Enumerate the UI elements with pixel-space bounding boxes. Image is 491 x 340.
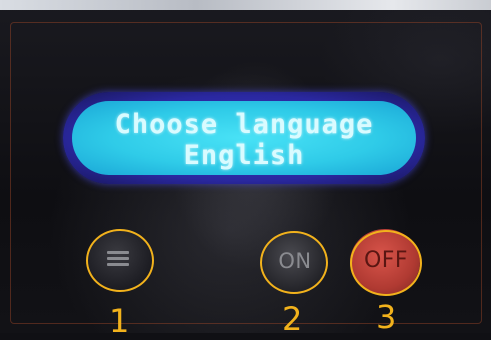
lcd-line-2: English bbox=[183, 140, 305, 171]
top-edge bbox=[0, 0, 491, 10]
lcd-display: Choose language English bbox=[72, 101, 416, 175]
photo-scene: Choose language English ON OFF 1 2 3 bbox=[0, 0, 491, 338]
callout-number-1: 1 bbox=[109, 302, 130, 340]
callout-ring-1 bbox=[86, 229, 154, 292]
callout-ring-2 bbox=[260, 231, 328, 294]
callout-number-3: 3 bbox=[376, 298, 397, 336]
callout-number-2: 2 bbox=[282, 300, 303, 338]
lcd-line-1: Choose language bbox=[114, 109, 374, 140]
callout-ring-3 bbox=[350, 230, 422, 296]
